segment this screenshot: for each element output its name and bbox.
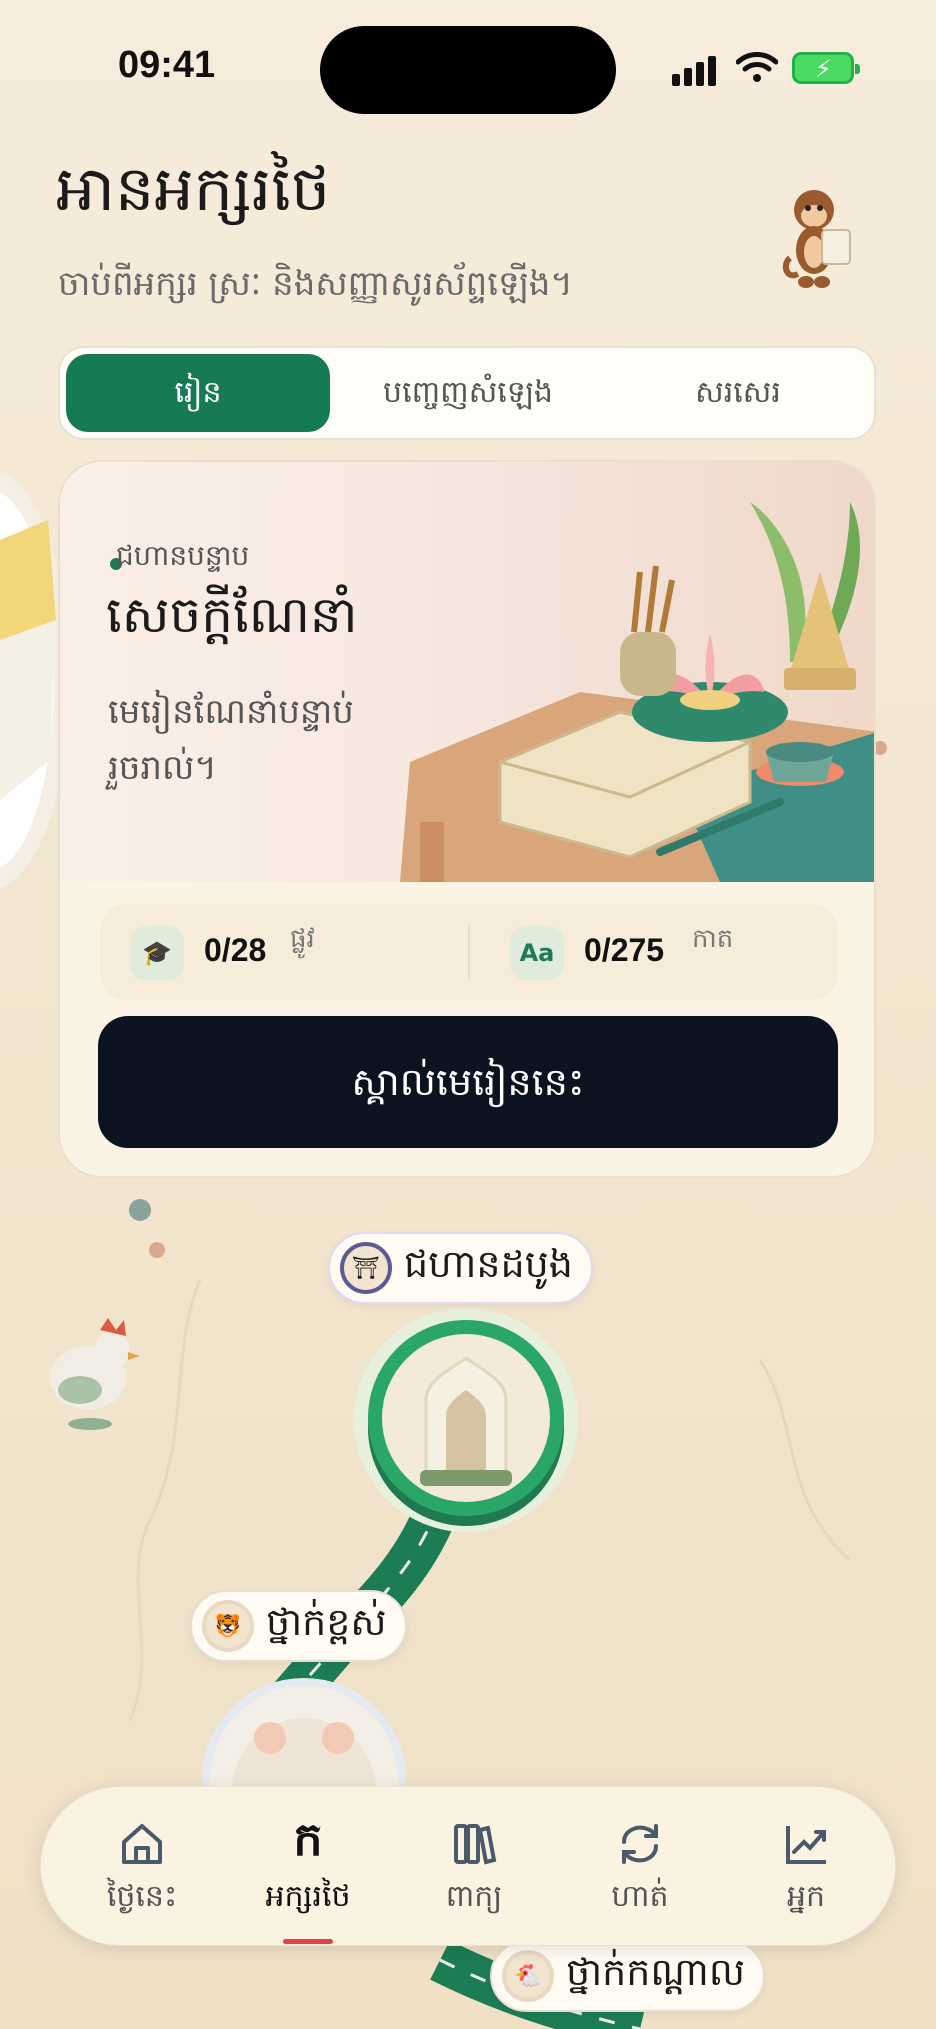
nav-label: អ្នក [786, 1879, 826, 1914]
chicken-icon: 🐔 [502, 1950, 554, 2002]
lesson-hero-illustration [60, 462, 874, 882]
cellular-signal-icon [672, 54, 718, 86]
path-node-label-advanced[interactable]: 🐯 ថ្នាក់ខ្ពស់ [190, 1590, 407, 1662]
books-icon [399, 1817, 549, 1871]
text-aa-icon: Aa [510, 926, 564, 980]
nav-label: អក្សរថៃ [265, 1879, 351, 1914]
card-eyebrow: ជហានបន្ទាប [116, 539, 250, 572]
segment-tabs: រៀន បញ្ចេញសំឡេង សរសេរ [58, 346, 876, 440]
card-description: មេរៀនណែនាំបន្ទាប់រួចរាល់។ [108, 692, 354, 788]
tiger-icon: 🐯 [202, 1600, 254, 1652]
start-lesson-button[interactable]: ស្គាល់មេរៀននេះ [98, 1016, 838, 1148]
refresh-icon [565, 1817, 715, 1871]
chart-icon [731, 1817, 881, 1871]
lesson-stats: 🎓 0/28 ផ្លូវ Aa 0/275 កាត [100, 904, 838, 1000]
path-node-label-text: ថ្នាក់កណ្តាល [566, 1950, 746, 1994]
page-title: អានអក្សរថៃ [56, 152, 331, 225]
graduation-cap-icon: 🎓 [130, 926, 184, 980]
bottom-nav: ថ្ងៃនេះ ក អក្សរថៃ ពាក្យ ហាត់ អ្នក [40, 1786, 896, 1946]
battery-icon: ⚡ [792, 52, 860, 84]
stat-paths-value: 0/28 [204, 932, 267, 968]
path-node-label-text: ជហានដបូង [404, 1242, 573, 1286]
stat-cards-unit: កាត [692, 924, 734, 954]
page-subtitle: ចាប់ពីអក្សរ ស្រៈ និងសញ្ញាសូរស័ព្ទឡើង។ [58, 264, 573, 304]
ko-letter-icon: ក [293, 1811, 323, 1866]
wifi-icon [736, 52, 778, 82]
stat-paths-unit: ផ្លូវ [290, 924, 315, 954]
home-icon [67, 1817, 217, 1871]
next-lesson-card: ជហានបន្ទាប សេចក្តីណែនាំ មេរៀនណែនាំបន្ទាប… [58, 460, 876, 1178]
stats-divider [468, 924, 470, 980]
tab-writing[interactable]: សរសេរ [606, 354, 870, 432]
nav-item-thai-letters[interactable]: ក អក្សរថៃ [233, 1811, 383, 1944]
tab-learn[interactable]: រៀន [66, 354, 330, 432]
nav-label: ពាក្យ [445, 1879, 503, 1914]
card-title: សេចក្តីណែនាំ [106, 586, 358, 644]
monkey-mascot-icon [782, 190, 851, 288]
arch-icon: ⛩ [340, 1242, 392, 1294]
path-node-label-beginner[interactable]: ⛩ ជហានដបូង [328, 1232, 593, 1304]
path-node-label-intermediate[interactable]: 🐔 ថ្នាក់កណ្តាល [490, 1940, 766, 2012]
nav-item-today[interactable]: ថ្ងៃនេះ [67, 1817, 217, 1921]
active-tab-indicator [283, 1939, 333, 1944]
nav-label: ថ្ងៃនេះ [106, 1879, 178, 1914]
path-node-beginner[interactable] [366, 1310, 566, 1530]
status-time: 09:41 [118, 44, 216, 86]
nav-item-practice[interactable]: ហាត់ [565, 1817, 715, 1921]
tab-pronunciation[interactable]: បញ្ចេញសំឡេង [336, 354, 600, 432]
path-node-advanced[interactable] [206, 1682, 402, 1782]
nav-item-words[interactable]: ពាក្យ [399, 1817, 549, 1921]
path-node-label-text: ថ្នាក់ខ្ពស់ [266, 1600, 387, 1644]
dynamic-island [320, 26, 616, 114]
stat-cards-value: 0/275 [584, 932, 665, 968]
nav-item-you[interactable]: អ្នក [731, 1817, 881, 1921]
nav-label: ហាត់ [611, 1879, 669, 1914]
